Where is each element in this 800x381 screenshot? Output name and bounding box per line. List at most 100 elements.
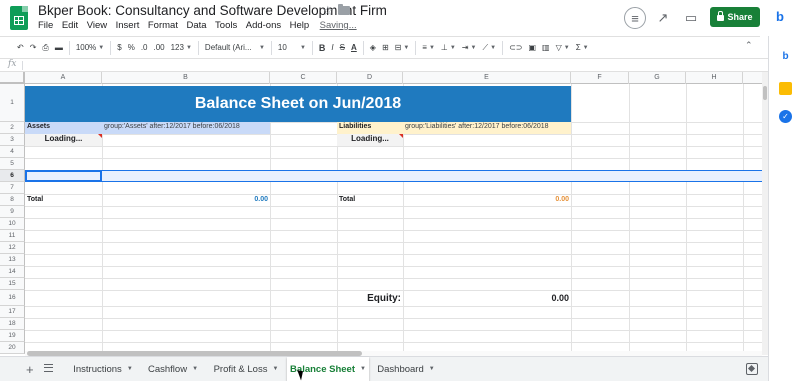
- select-all-corner[interactable]: [0, 72, 25, 84]
- row-header-9[interactable]: 9: [0, 206, 25, 218]
- row-header-14[interactable]: 14: [0, 266, 25, 278]
- column-header-d[interactable]: D: [337, 72, 403, 84]
- equity-value[interactable]: 0.00: [403, 292, 571, 305]
- menu-tools[interactable]: Tools: [215, 20, 237, 31]
- redo-icon[interactable]: ↷: [27, 39, 40, 57]
- tab-instructions[interactable]: Instructions ▼: [66, 357, 140, 381]
- percent-button[interactable]: %: [125, 39, 138, 57]
- column-header-h[interactable]: H: [686, 72, 743, 84]
- row-header-19[interactable]: 19: [0, 330, 25, 342]
- row-header-16[interactable]: 16: [0, 290, 25, 306]
- tab-profit-loss[interactable]: Profit & Loss ▼: [207, 357, 285, 381]
- italic-button[interactable]: I: [328, 39, 336, 57]
- liabilities-total-label[interactable]: Total: [337, 195, 403, 207]
- column-header-g[interactable]: G: [629, 72, 686, 84]
- print-icon[interactable]: ⎙: [39, 39, 51, 57]
- horizontal-align-icon[interactable]: ≡ ▼: [419, 39, 438, 57]
- assets-total-label[interactable]: Total: [25, 195, 102, 207]
- bold-button[interactable]: B: [316, 39, 329, 57]
- tab-dashboard[interactable]: Dashboard ▼: [371, 357, 441, 381]
- add-sheet-icon[interactable]: +: [26, 362, 34, 377]
- vertical-scrollbar[interactable]: [762, 72, 768, 355]
- save-status[interactable]: Saving...: [320, 20, 357, 31]
- row-header-1[interactable]: 1: [0, 84, 25, 122]
- column-header-c[interactable]: C: [270, 72, 337, 84]
- assets-total-value[interactable]: 0.00: [102, 195, 270, 207]
- all-sheets-icon[interactable]: [44, 364, 53, 372]
- row-header-7[interactable]: 7: [0, 182, 25, 194]
- fill-color-icon[interactable]: ◈: [367, 39, 379, 57]
- liabilities-loading-cell[interactable]: Loading...: [337, 134, 403, 146]
- currency-button[interactable]: $: [114, 39, 124, 57]
- tab-cashflow[interactable]: Cashflow ▼: [142, 357, 204, 381]
- assets-query-cell[interactable]: group:'Assets' after:12/2017 before:06/2…: [102, 122, 270, 134]
- insert-link-icon[interactable]: ⊂⊃: [506, 39, 525, 57]
- folder-icon[interactable]: [338, 4, 350, 15]
- comments-icon[interactable]: ▭: [680, 7, 702, 29]
- decrease-decimals-button[interactable]: .0: [138, 39, 151, 57]
- bkper-addon-icon[interactable]: b: [776, 9, 784, 24]
- liabilities-total-value[interactable]: 0.00: [403, 195, 571, 207]
- menu-data[interactable]: Data: [186, 20, 206, 31]
- sheets-logo-icon[interactable]: [10, 6, 28, 30]
- keep-icon[interactable]: [779, 82, 792, 95]
- column-header-f[interactable]: F: [571, 72, 629, 84]
- row-header-5[interactable]: 5: [0, 158, 25, 170]
- row-header-3[interactable]: 3: [0, 134, 25, 146]
- merge-cells-icon[interactable]: ⊟ ▼: [392, 39, 413, 57]
- activity-dashboard-icon[interactable]: ≡: [624, 7, 646, 29]
- vertical-scroll-thumb[interactable]: [763, 86, 767, 100]
- insert-chart-icon[interactable]: ▥: [539, 39, 553, 57]
- menu-help[interactable]: Help: [290, 20, 310, 31]
- row-header-4[interactable]: 4: [0, 146, 25, 158]
- undo-icon[interactable]: ↶: [14, 39, 27, 57]
- trending-icon[interactable]: ↗: [652, 7, 674, 29]
- filter-icon[interactable]: ▽ ▼: [553, 39, 573, 57]
- font-select[interactable]: Default (Ari... ▼: [202, 39, 268, 57]
- menu-insert[interactable]: Insert: [116, 20, 140, 31]
- increase-decimals-button[interactable]: .00: [150, 39, 167, 57]
- row-header-10[interactable]: 10: [0, 218, 25, 230]
- text-wrap-icon[interactable]: ⇥ ▼: [459, 39, 480, 57]
- paint-format-icon[interactable]: ▬: [52, 39, 66, 57]
- bkper-icon[interactable]: b: [779, 50, 792, 63]
- assets-loading-cell[interactable]: Loading...: [25, 134, 102, 146]
- column-header-e[interactable]: E: [403, 72, 571, 84]
- row-header-2[interactable]: 2: [0, 122, 25, 134]
- menu-edit[interactable]: Edit: [62, 20, 78, 31]
- more-formats-select[interactable]: 123 ▼: [168, 39, 195, 57]
- column-header-b[interactable]: B: [102, 72, 270, 84]
- menu-view[interactable]: View: [87, 20, 107, 31]
- row-header-6[interactable]: 6: [0, 170, 25, 182]
- text-color-button[interactable]: A: [348, 39, 360, 57]
- strikethrough-button[interactable]: S: [337, 39, 348, 57]
- row-header-17[interactable]: 17: [0, 306, 25, 318]
- active-cell-a6[interactable]: [25, 170, 102, 182]
- row-header-8[interactable]: 8: [0, 194, 25, 206]
- report-title-banner[interactable]: Balance Sheet on Jun/2018: [25, 86, 571, 122]
- assets-label-cell[interactable]: Assets: [25, 122, 102, 134]
- row-header-20[interactable]: 20: [0, 342, 25, 354]
- zoom-select[interactable]: 100% ▼: [73, 39, 107, 57]
- text-rotation-icon[interactable]: ⟋ ▼: [480, 39, 500, 57]
- menu-format[interactable]: Format: [148, 20, 178, 31]
- formula-bar[interactable]: fx: [0, 58, 768, 72]
- functions-icon[interactable]: Σ ▼: [573, 39, 592, 57]
- menu-add-ons[interactable]: Add-ons: [246, 20, 281, 31]
- vertical-align-icon[interactable]: ⊥ ▼: [438, 39, 459, 57]
- liabilities-label-cell[interactable]: Liabilities: [337, 122, 403, 134]
- row-header-18[interactable]: 18: [0, 318, 25, 330]
- column-header-a[interactable]: A: [25, 72, 102, 84]
- liabilities-query-cell[interactable]: group:'Liabilities' after:12/2017 before…: [403, 122, 571, 134]
- spreadsheet-grid[interactable]: A B C D E F G H 1 2 3 4 5 6 7 8 9 10 11 …: [0, 72, 762, 355]
- row-header-15[interactable]: 15: [0, 278, 25, 290]
- row-header-13[interactable]: 13: [0, 254, 25, 266]
- row-header-12[interactable]: 12: [0, 242, 25, 254]
- document-title[interactable]: Bkper Book: Consultancy and Software Dev…: [38, 3, 387, 18]
- explore-icon[interactable]: [746, 363, 758, 375]
- menu-file[interactable]: File: [38, 20, 53, 31]
- share-button[interactable]: Share: [710, 7, 760, 27]
- font-size-select[interactable]: 10 ▼: [275, 39, 309, 57]
- insert-comment-icon[interactable]: ▣: [525, 39, 539, 57]
- row-header-11[interactable]: 11: [0, 230, 25, 242]
